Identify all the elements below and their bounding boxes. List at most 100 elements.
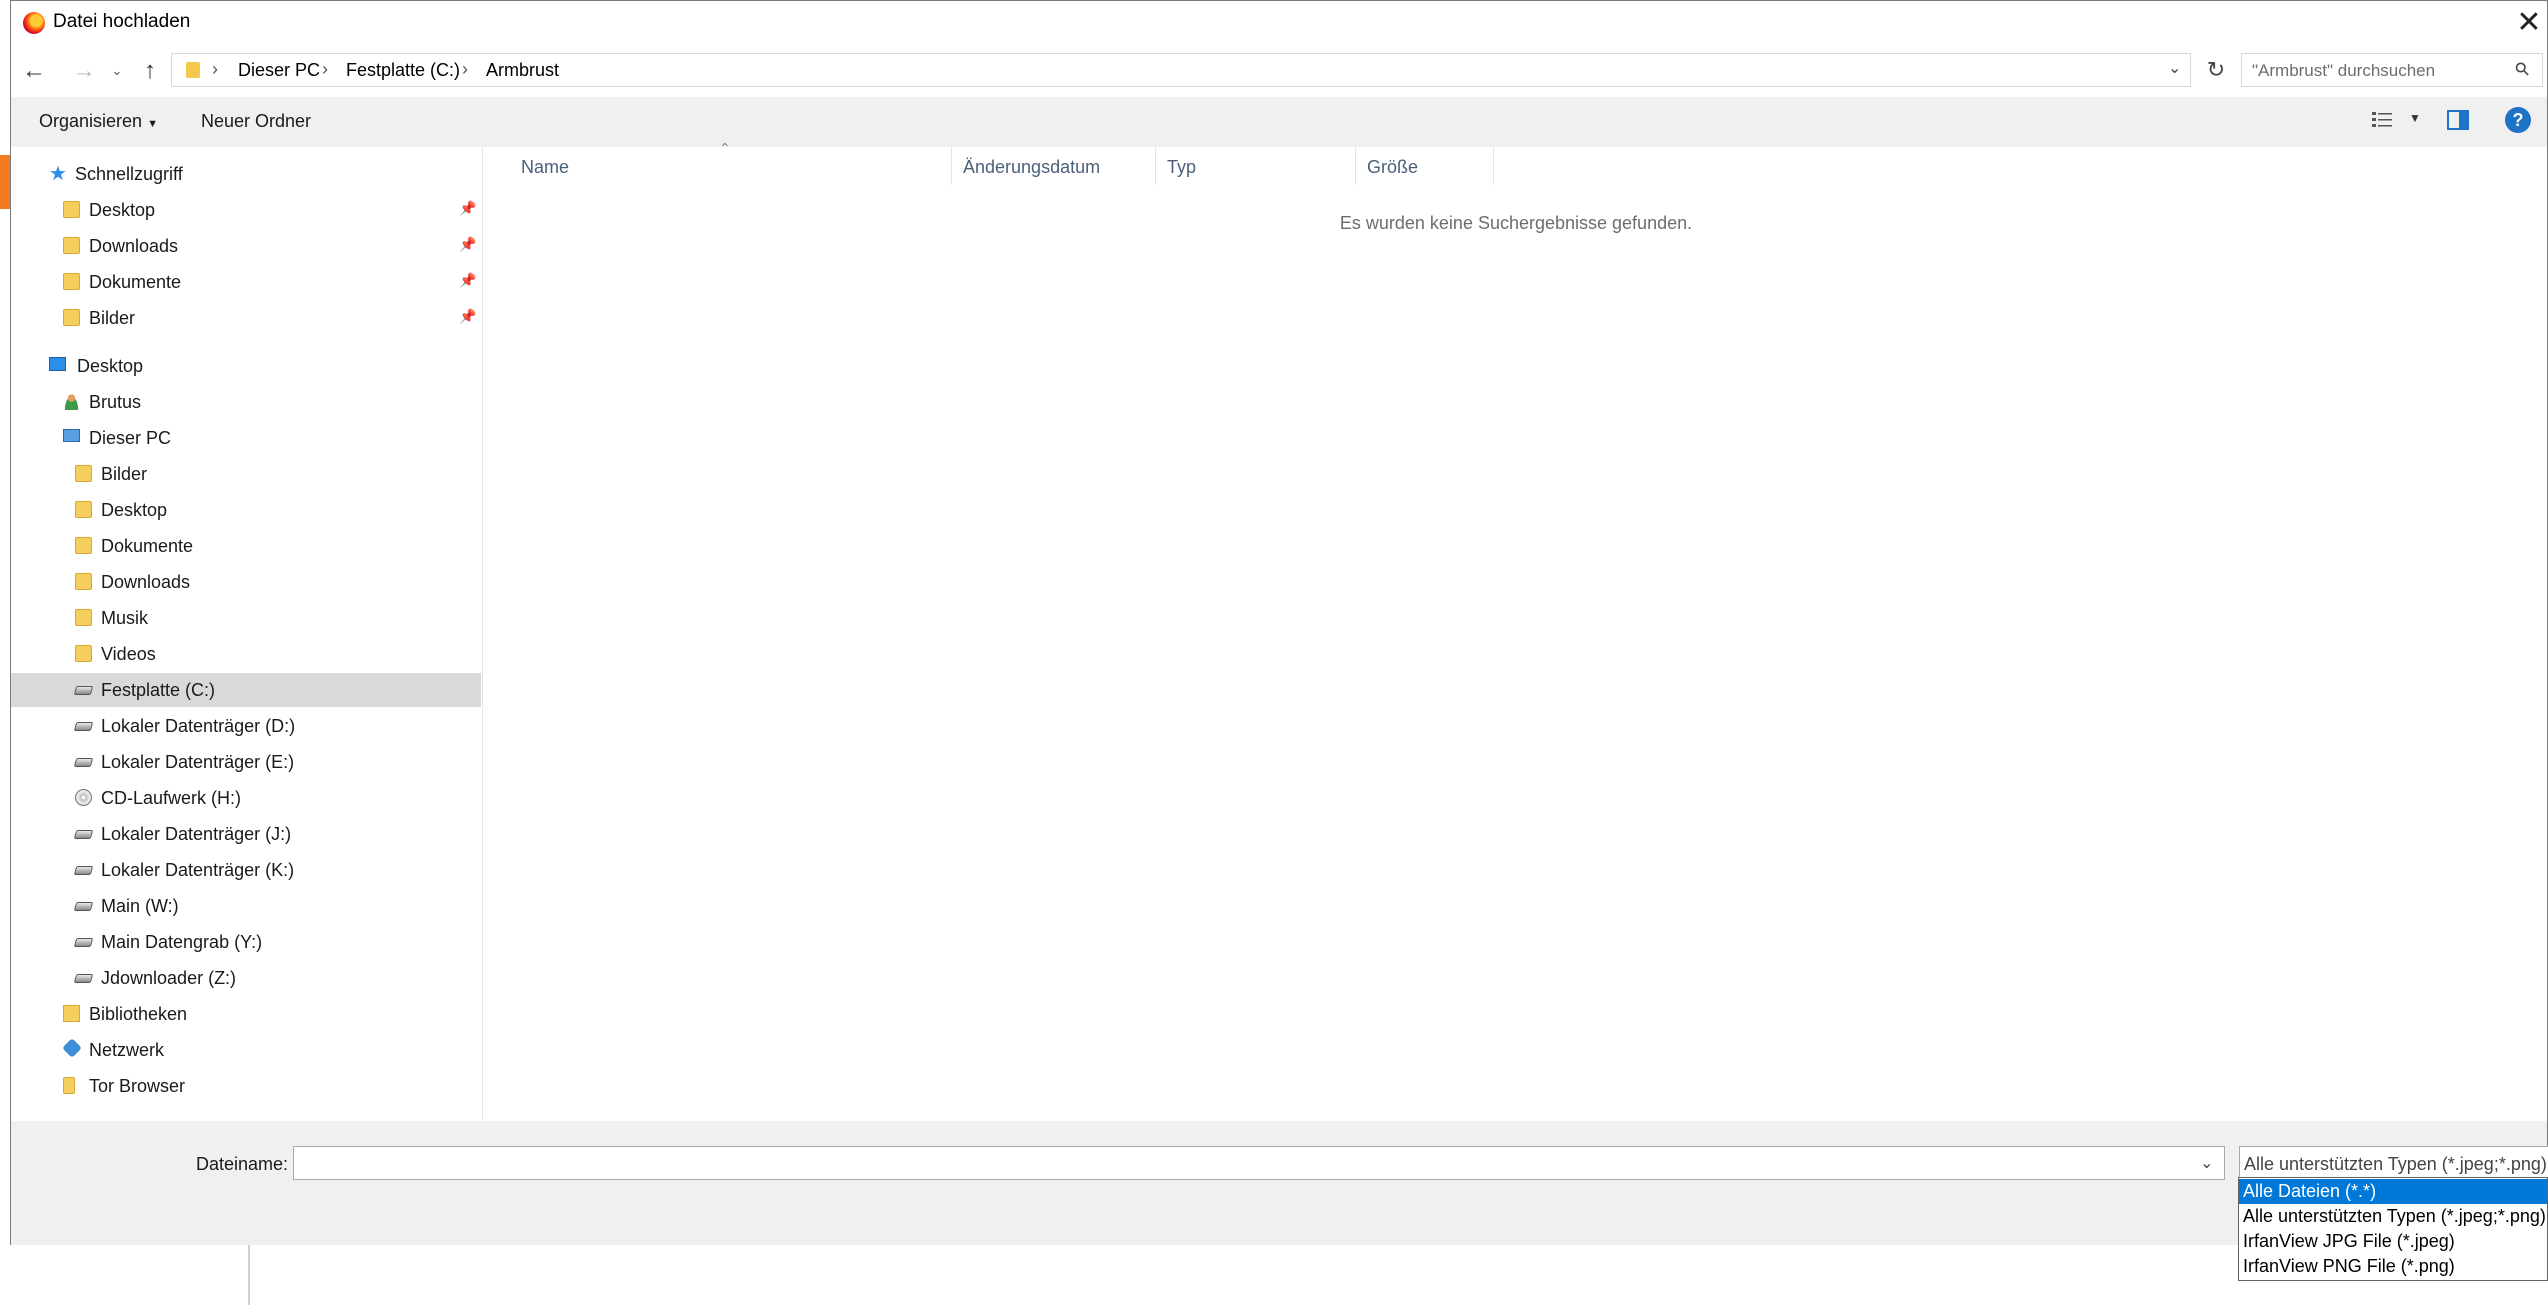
nav-item-drive-j[interactable]: Lokaler Datenträger (J:) bbox=[11, 817, 481, 851]
sort-ascending-icon: ⌃ bbox=[719, 140, 731, 156]
nav-label: Desktop bbox=[101, 500, 168, 520]
nav-item-drive-d[interactable]: Lokaler Datenträger (D:) bbox=[11, 709, 481, 743]
nav-label: Dieser PC bbox=[89, 428, 172, 448]
filetype-option[interactable]: IrfanView JPG File (*.jpeg) bbox=[2239, 1229, 2547, 1254]
filetype-select[interactable]: Alle unterstützten Typen (*.jpeg;*.png) bbox=[2239, 1146, 2548, 1180]
music-folder-icon bbox=[75, 609, 92, 626]
back-arrow-icon[interactable]: ← bbox=[17, 54, 51, 88]
desktop-monitor-icon bbox=[49, 357, 66, 371]
downloads-folder-icon bbox=[63, 237, 80, 254]
filetype-option[interactable]: Alle unterstützten Typen (*.jpeg;*.png) bbox=[2239, 1204, 2547, 1229]
view-dropdown-icon[interactable]: ▼ bbox=[2409, 111, 2421, 125]
nav-item-quick-downloads[interactable]: Downloads 📌 bbox=[11, 229, 481, 263]
filename-dropdown-chevron-icon[interactable]: ⌄ bbox=[2200, 1153, 2213, 1173]
search-icon[interactable]: ⚲ bbox=[2511, 57, 2535, 81]
nav-label: Lokaler Datenträger (K:) bbox=[101, 860, 295, 880]
network-drive-icon bbox=[73, 902, 94, 911]
nav-label: Videos bbox=[101, 644, 156, 664]
nav-label: Bilder bbox=[101, 464, 148, 484]
filetype-option[interactable]: Alle Dateien (*.*) bbox=[2239, 1179, 2547, 1204]
nav-label: Bilder bbox=[89, 308, 136, 328]
nav-label: Dokumente bbox=[89, 272, 182, 292]
nav-item-drive-w[interactable]: Main (W:) bbox=[11, 889, 481, 923]
windows-drive-icon bbox=[73, 686, 94, 695]
organize-label: Organisieren bbox=[39, 111, 143, 131]
nav-item-network[interactable]: Netzwerk bbox=[11, 1033, 481, 1067]
nav-item-drive-c[interactable]: Festplatte (C:) bbox=[11, 673, 481, 707]
column-divider[interactable] bbox=[951, 147, 952, 185]
up-arrow-icon[interactable]: ↑ bbox=[133, 54, 167, 88]
pin-icon: 📌 bbox=[459, 308, 477, 324]
nav-item-downloads[interactable]: Downloads bbox=[11, 565, 481, 599]
breadcrumb-armbrust[interactable]: Armbrust bbox=[486, 60, 559, 81]
nav-item-drive-k[interactable]: Lokaler Datenträger (K:) bbox=[11, 853, 481, 887]
network-drive-icon bbox=[73, 974, 94, 983]
nav-item-music[interactable]: Musik bbox=[11, 601, 481, 635]
filetype-option[interactable]: IrfanView PNG File (*.png) bbox=[2239, 1254, 2547, 1279]
nav-item-documents[interactable]: Dokumente bbox=[11, 529, 481, 563]
empty-results-message: Es wurden keine Suchergebnisse gefunden. bbox=[1339, 213, 1693, 233]
nav-item-drive-z[interactable]: Jdownloader (Z:) bbox=[11, 961, 481, 995]
nav-item-this-pc[interactable]: Dieser PC bbox=[11, 421, 481, 455]
column-header-type[interactable]: Typ bbox=[1167, 157, 1196, 178]
nav-item-tor-browser[interactable]: Tor Browser bbox=[11, 1069, 481, 1103]
breadcrumb-dieser-pc[interactable]: Dieser PC bbox=[238, 60, 320, 81]
filename-input[interactable]: ⌄ bbox=[293, 1146, 2225, 1180]
forward-arrow-icon[interactable]: → bbox=[67, 54, 101, 88]
address-bar[interactable]: › Dieser PC › Festplatte (C:) › Armbrust… bbox=[171, 53, 2191, 87]
preview-pane-icon[interactable] bbox=[2447, 110, 2469, 130]
videos-folder-icon bbox=[75, 645, 92, 662]
view-options-icon[interactable] bbox=[2371, 110, 2393, 130]
organize-menu[interactable]: Organisieren ▼ bbox=[39, 111, 158, 132]
search-input[interactable]: "Armbrust" durchsuchen ⚲ bbox=[2241, 53, 2543, 87]
nav-label: Brutus bbox=[89, 392, 142, 412]
computer-icon bbox=[63, 429, 80, 442]
nav-item-libraries[interactable]: Bibliotheken bbox=[11, 997, 481, 1031]
user-icon bbox=[63, 393, 80, 410]
column-divider[interactable] bbox=[1155, 147, 1156, 185]
new-folder-button[interactable]: Neuer Ordner bbox=[201, 111, 311, 132]
nav-label: Bibliotheken bbox=[89, 1004, 188, 1024]
nav-item-quick-access[interactable]: ★ Schnellzugriff bbox=[11, 157, 481, 191]
column-divider[interactable] bbox=[1493, 147, 1494, 185]
column-divider[interactable] bbox=[1355, 147, 1356, 185]
nav-item-user[interactable]: Brutus bbox=[11, 385, 481, 419]
nav-label: Downloads bbox=[101, 572, 191, 592]
nav-item-desktop-root[interactable]: Desktop bbox=[11, 349, 481, 383]
nav-item-pictures[interactable]: Bilder bbox=[11, 457, 481, 491]
column-header-size[interactable]: Größe bbox=[1367, 157, 1418, 178]
breadcrumb-separator-icon[interactable]: › bbox=[462, 59, 468, 80]
nav-item-drive-y[interactable]: Main Datengrab (Y:) bbox=[11, 925, 481, 959]
breadcrumb-festplatte[interactable]: Festplatte (C:) bbox=[346, 60, 460, 81]
search-placeholder: "Armbrust" durchsuchen bbox=[2252, 61, 2436, 80]
column-header-name[interactable]: Name bbox=[521, 157, 569, 178]
column-header-date[interactable]: Änderungsdatum bbox=[963, 157, 1100, 178]
close-icon[interactable]: ✕ bbox=[2511, 5, 2547, 41]
nav-label: Festplatte (C:) bbox=[101, 680, 216, 700]
nav-item-quick-desktop[interactable]: Desktop 📌 bbox=[11, 193, 481, 227]
folder-icon bbox=[186, 62, 200, 78]
file-list: ⌃ Name Änderungsdatum Typ Größe Es wurde… bbox=[483, 140, 2548, 1121]
filetype-dropdown-list: Alle Dateien (*.*) Alle unterstützten Ty… bbox=[2238, 1177, 2548, 1281]
pictures-folder-icon bbox=[75, 465, 92, 482]
nav-item-desktop[interactable]: Desktop bbox=[11, 493, 481, 527]
refresh-icon[interactable]: ↻ bbox=[2199, 53, 2233, 87]
recent-locations-chevron-icon[interactable]: ⌄ bbox=[107, 54, 127, 88]
drive-icon bbox=[73, 722, 94, 731]
nav-item-quick-documents[interactable]: Dokumente 📌 bbox=[11, 265, 481, 299]
breadcrumb-separator-icon[interactable]: › bbox=[322, 59, 328, 80]
nav-label: Dokumente bbox=[101, 536, 194, 556]
navigation-pane: ★ Schnellzugriff Desktop 📌 Downloads 📌 D… bbox=[11, 147, 481, 1121]
quick-access-star-icon: ★ bbox=[49, 163, 67, 185]
nav-item-drive-h[interactable]: CD-Laufwerk (H:) bbox=[11, 781, 481, 815]
nav-item-videos[interactable]: Videos bbox=[11, 637, 481, 671]
documents-folder-icon bbox=[75, 537, 92, 554]
nav-item-quick-pictures[interactable]: Bilder 📌 bbox=[11, 301, 481, 335]
documents-folder-icon bbox=[63, 273, 80, 290]
nav-item-drive-e[interactable]: Lokaler Datenträger (E:) bbox=[11, 745, 481, 779]
background-app-area bbox=[248, 1245, 2548, 1305]
address-dropdown-chevron-icon[interactable]: ⌄ bbox=[2168, 58, 2181, 78]
help-icon[interactable]: ? bbox=[2505, 107, 2531, 133]
breadcrumb-separator-icon[interactable]: › bbox=[212, 59, 218, 80]
nav-label: Main Datengrab (Y:) bbox=[101, 932, 263, 952]
